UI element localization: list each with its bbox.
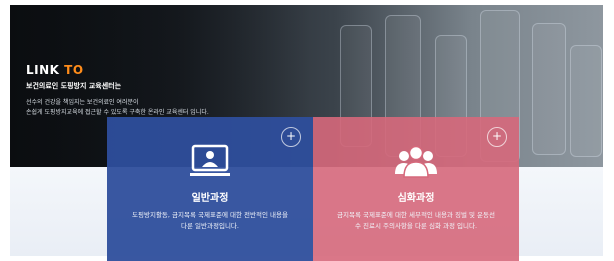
test-tube-image xyxy=(532,23,566,155)
test-tube-image xyxy=(570,45,602,157)
section-description: 선수의 건강을 책임지는 보건의료인 여러분이 손쉽게 도핑방지교육에 접근할 … xyxy=(26,98,209,118)
plus-icon[interactable]: + xyxy=(487,127,507,147)
heading-prefix: LINK xyxy=(26,63,60,77)
course-card-advanced[interactable]: + 심화과정 금지목록 국제표준에 대한 세부적인 내용과 징벌 및 운동선수 … xyxy=(313,117,519,261)
section-heading: LINK TO xyxy=(26,63,209,77)
section-subheading: 보건의료인 도핑방지 교육센터는 xyxy=(26,82,122,90)
monitor-person-icon xyxy=(190,144,230,178)
course-card-general[interactable]: + 일반과정 도핑방지활동, 금지목록 국제표준에 대한 전반적인 내용을 다룬… xyxy=(107,117,313,261)
intro-block: LINK TO 보건의료인 도핑방지 교육센터는 선수의 건강을 책임지는 보건… xyxy=(26,63,209,118)
description-line-1: 선수의 건강을 책임지는 보건의료인 여러분이 xyxy=(26,99,139,106)
card-title: 심화과정 xyxy=(397,193,435,204)
heading-accent: TO xyxy=(64,63,84,77)
card-description: 금지목록 국제표준에 대한 세부적인 내용과 징벌 및 운동선수 진료시 주의사… xyxy=(337,211,495,230)
card-title: 일반과정 xyxy=(191,193,229,204)
card-description: 도핑방지활동, 금지목록 국제표준에 대한 전반적인 내용을 다룬 일반과정입니… xyxy=(132,211,288,230)
user-group-icon xyxy=(394,144,438,178)
plus-icon[interactable]: + xyxy=(281,127,301,147)
